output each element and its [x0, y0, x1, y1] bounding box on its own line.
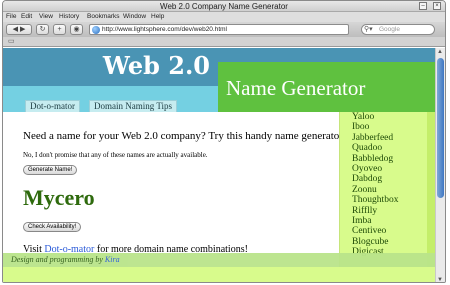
- tab-domain-naming-tips[interactable]: Domain Naming Tips: [89, 100, 178, 112]
- page-viewport: Web 2.0 Dot-o-mator Domain Naming Tips N…: [3, 48, 435, 282]
- list-item: Rifflly: [352, 205, 378, 216]
- main-content: Need a name for your Web 2.0 company? Tr…: [3, 112, 345, 272]
- menu-view[interactable]: View: [39, 12, 53, 22]
- list-item: Blogcube: [352, 236, 389, 247]
- close-icon[interactable]: ×: [433, 2, 441, 10]
- footer: Design and programming by Kira: [3, 253, 435, 267]
- navigation-toolbar: ◀ ▶ ↻ + ◉ http://www.lightsphere.com/dev…: [3, 22, 445, 37]
- generated-name: Mycero: [23, 185, 95, 210]
- search-placeholder: Google: [379, 26, 400, 33]
- name-list-sidebar: Yaloo Iboo Jabberfeed Quadoo Babbledog O…: [339, 112, 435, 272]
- menu-help[interactable]: Help: [151, 12, 164, 22]
- back-icon[interactable]: ◀: [13, 26, 18, 33]
- reload-button[interactable]: ↻: [36, 24, 49, 35]
- list-item: Quadoo: [352, 143, 383, 154]
- disclaimer-text: No, I don't promise that any of these na…: [23, 151, 208, 159]
- header-logo-panel: Web 2.0 Dot-o-mator Domain Naming Tips: [3, 48, 218, 112]
- site-logo: Web 2.0: [102, 51, 210, 80]
- header-topband: [218, 48, 435, 62]
- credit-text: Design and programming by: [11, 255, 105, 264]
- list-item: Zoonu: [352, 184, 377, 195]
- globe-icon: [92, 26, 100, 34]
- vertical-scrollbar[interactable]: ▲ ▼: [435, 48, 445, 282]
- back-forward-button[interactable]: ◀ ▶: [6, 24, 32, 35]
- menu-file[interactable]: File: [6, 12, 16, 22]
- list-item: Centiveo: [352, 226, 387, 237]
- header-title-panel: Name Generator: [218, 48, 435, 112]
- list-item: Babbledog: [352, 153, 394, 164]
- search-field[interactable]: ⚲▾ Google: [361, 24, 435, 35]
- bottom-band: [3, 267, 435, 282]
- sidebar-strip: [427, 112, 435, 272]
- reload-icon: ↻: [39, 26, 46, 33]
- bookmarks-book-icon[interactable]: ▭: [8, 38, 15, 46]
- address-url[interactable]: http://www.lightsphere.com/dev/web20.htm…: [102, 25, 227, 35]
- list-item: Jabberfeed: [352, 132, 394, 143]
- list-item: Imba: [352, 216, 372, 227]
- menu-bar: File Edit View History Bookmarks Window …: [3, 12, 445, 22]
- snapback-icon: ◉: [73, 26, 80, 33]
- title-bar: Web 2.0 Company Name Generator – ×: [3, 1, 445, 12]
- address-bar[interactable]: http://www.lightsphere.com/dev/web20.htm…: [89, 24, 349, 35]
- name-list: Yaloo Iboo Jabberfeed Quadoo Babbledog O…: [352, 112, 398, 258]
- scrollbar-thumb[interactable]: [437, 58, 444, 198]
- plus-icon: +: [57, 26, 62, 33]
- intro-text: Need a name for your Web 2.0 company? Tr…: [23, 130, 346, 142]
- list-item: Iboo: [352, 122, 370, 133]
- check-availability-button[interactable]: Check Availability!: [23, 222, 82, 232]
- menu-history[interactable]: History: [59, 12, 79, 22]
- list-item: Thoughtbox: [352, 195, 399, 206]
- browser-window: Web 2.0 Company Name Generator – × File …: [2, 0, 446, 283]
- add-bookmark-button[interactable]: +: [53, 24, 66, 35]
- menu-edit[interactable]: Edit: [21, 12, 32, 22]
- forward-icon[interactable]: ▶: [20, 26, 25, 33]
- snapback-button[interactable]: ◉: [70, 24, 83, 35]
- list-item: Yaloo: [352, 112, 375, 122]
- generate-name-button[interactable]: Generate Name!: [23, 165, 78, 175]
- bookmarks-bar: ▭: [3, 37, 445, 47]
- author-link[interactable]: Kira: [105, 255, 120, 264]
- page-title: Name Generator: [226, 76, 366, 100]
- footer-credit: Design and programming by Kira: [11, 254, 120, 266]
- menu-window[interactable]: Window: [123, 12, 146, 22]
- minimize-icon[interactable]: –: [419, 2, 427, 10]
- list-item: Dabdog: [352, 174, 383, 185]
- window-title: Web 2.0 Company Name Generator: [160, 2, 288, 11]
- scroll-down-icon[interactable]: ▼: [437, 277, 443, 282]
- tab-dot-o-mator[interactable]: Dot-o-mator: [25, 100, 80, 112]
- scroll-up-icon[interactable]: ▲: [437, 49, 443, 55]
- list-item: Oyoveo: [352, 164, 383, 175]
- search-icon: ⚲▾: [364, 26, 373, 33]
- menu-bookmarks[interactable]: Bookmarks: [87, 12, 120, 22]
